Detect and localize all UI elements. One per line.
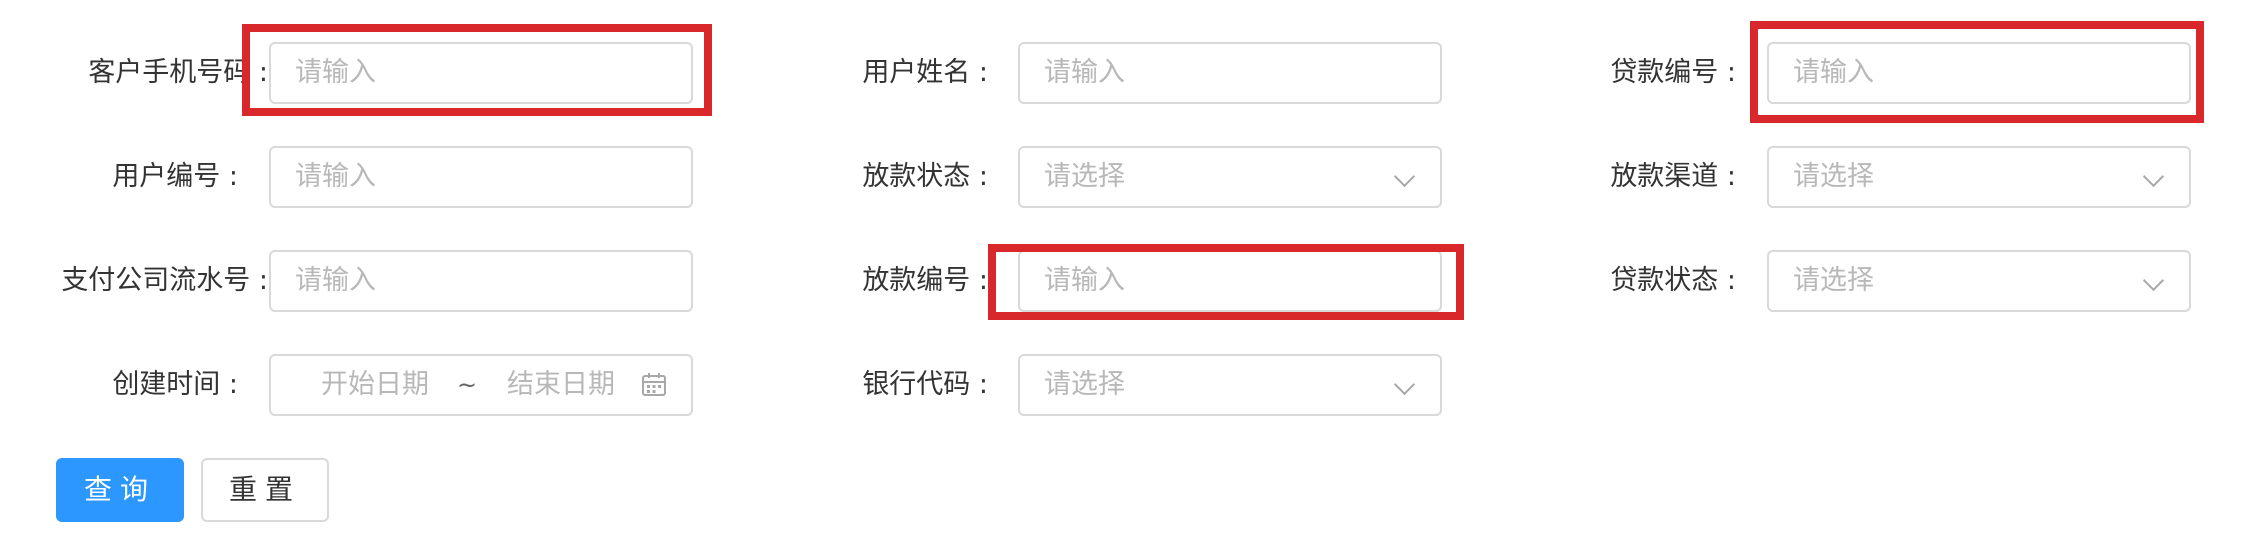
created-time-label: 创建时间 : [112, 369, 238, 400]
loan-no-placeholder: 请输入 [1793, 57, 1874, 88]
payment-serial-placeholder: 请输入 [295, 265, 376, 296]
user-no-input[interactable]: 请输入 [269, 146, 693, 208]
user-no-label: 用户编号 : [112, 161, 238, 192]
payout-status-label: 放款状态 : [862, 161, 988, 192]
bank-code-label: 银行代码 : [862, 369, 988, 400]
query-button[interactable]: 查询 [56, 458, 184, 522]
customer-phone-label: 客户手机号码 : [88, 57, 268, 88]
payout-channel-placeholder: 请选择 [1793, 161, 1874, 192]
reset-button[interactable]: 重置 [201, 458, 329, 522]
customer-phone-placeholder: 请输入 [295, 57, 376, 88]
calendar-icon [642, 373, 666, 396]
loan-status-placeholder: 请选择 [1793, 265, 1874, 296]
payout-no-input[interactable]: 请输入 [1018, 250, 1442, 312]
bank-code-select[interactable]: 请选择 [1018, 354, 1442, 416]
user-name-input[interactable]: 请输入 [1018, 42, 1442, 104]
date-range-separator: ~ [457, 371, 478, 399]
payout-status-select[interactable]: 请选择 [1018, 146, 1442, 208]
payout-no-placeholder: 请输入 [1044, 265, 1125, 296]
start-date-input[interactable]: 开始日期 [321, 356, 429, 414]
payment-serial-label: 支付公司流水号 : [61, 265, 268, 296]
chevron-down-icon [1393, 165, 1416, 188]
loan-no-label: 贷款编号 : [1610, 57, 1736, 88]
user-name-label: 用户姓名 : [862, 57, 988, 88]
loan-no-input[interactable]: 请输入 [1767, 42, 2191, 104]
chevron-down-icon [2142, 269, 2165, 292]
chevron-down-icon [1393, 373, 1416, 396]
payout-no-label: 放款编号 : [862, 265, 988, 296]
chevron-down-icon [2142, 165, 2165, 188]
loan-status-select[interactable]: 请选择 [1767, 250, 2191, 312]
user-no-placeholder: 请输入 [295, 161, 376, 192]
customer-phone-input[interactable]: 请输入 [269, 42, 693, 104]
payout-status-placeholder: 请选择 [1044, 161, 1125, 192]
end-date-input[interactable]: 结束日期 [507, 356, 615, 414]
loan-status-label: 贷款状态 : [1610, 265, 1736, 296]
created-time-range-picker[interactable]: 开始日期 ~ 结束日期 [269, 354, 693, 416]
payout-channel-select[interactable]: 请选择 [1767, 146, 2191, 208]
payment-serial-input[interactable]: 请输入 [269, 250, 693, 312]
payout-channel-label: 放款渠道 : [1610, 161, 1736, 192]
user-name-placeholder: 请输入 [1044, 57, 1125, 88]
bank-code-placeholder: 请选择 [1044, 369, 1125, 400]
